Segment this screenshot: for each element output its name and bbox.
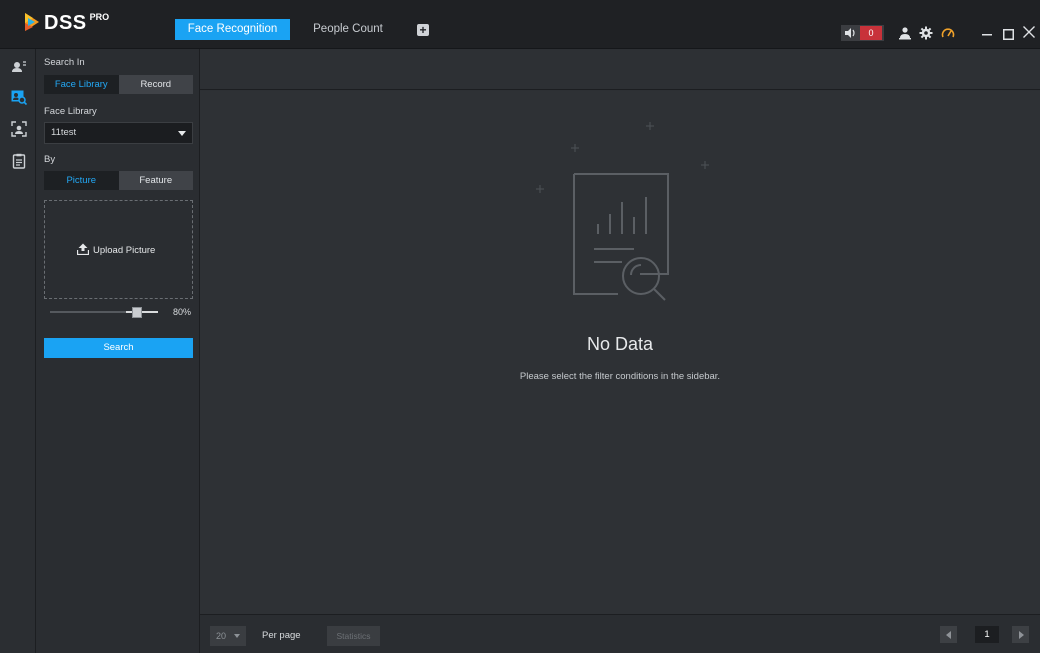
no-data-title: No Data [586, 334, 654, 354]
next-page-button[interactable] [1012, 626, 1029, 643]
similarity-value: 80% [173, 307, 192, 317]
logo-superscript: PRO [89, 12, 110, 22]
search-in-label: Search In [44, 57, 85, 68]
alarm-indicator[interactable]: 0 [841, 25, 884, 41]
search-sidebar: Search In Face Library Record Face Libra… [36, 49, 200, 653]
tab-people-count[interactable]: People Count [300, 19, 396, 40]
add-tab-icon[interactable]: + [417, 24, 429, 36]
by-feature-option[interactable]: Feature [119, 171, 194, 190]
dss-logo: DSS PRO [24, 11, 109, 37]
by-label: By [44, 154, 56, 165]
by-picture-option[interactable]: Picture [44, 171, 119, 190]
current-page-input[interactable]: 1 [975, 626, 999, 643]
pagination-bar: 20 Per page Statistics 1 [200, 614, 1040, 653]
upload-picture-dropzone[interactable]: Upload Picture [44, 200, 193, 299]
chevron-right-icon [1019, 631, 1024, 639]
report-icon[interactable] [11, 153, 27, 169]
results-header [200, 49, 1040, 90]
tab-face-recognition[interactable]: Face Recognition [175, 19, 290, 40]
chevron-down-icon [234, 634, 240, 638]
no-data-illustration-icon [530, 119, 710, 319]
no-data-hint: Please select the filter conditions in t… [519, 371, 721, 382]
title-bar: DSS PRO Face Recognition People Count + … [0, 0, 1040, 49]
face-library-select[interactable]: 11test [44, 122, 193, 144]
chevron-down-icon [178, 131, 186, 136]
per-page-label: Per page [262, 630, 301, 641]
close-icon[interactable] [1022, 25, 1036, 39]
search-in-face-library-option[interactable]: Face Library [44, 75, 119, 94]
statistics-button[interactable]: Statistics [327, 626, 380, 646]
face-library-label: Face Library [44, 106, 97, 117]
app-window: DSS PRO Face Recognition People Count + … [0, 0, 1040, 653]
face-library-value: 11test [51, 127, 77, 138]
user-icon[interactable] [898, 26, 912, 40]
chevron-left-icon [946, 631, 951, 639]
speaker-icon [843, 26, 857, 40]
per-page-select[interactable]: 20 [210, 626, 246, 646]
logo-mark-icon [24, 11, 42, 33]
similarity-slider-handle[interactable] [132, 307, 142, 318]
maximize-icon[interactable] [1003, 27, 1014, 40]
alarm-count-badge: 0 [860, 26, 882, 40]
search-in-record-option[interactable]: Record [119, 75, 194, 94]
search-by-toggle: Picture Feature [44, 171, 193, 190]
left-nav-rail [0, 49, 36, 653]
per-page-value: 20 [216, 631, 227, 641]
gear-icon[interactable] [919, 26, 933, 40]
results-area: No Data Please select the filter conditi… [200, 91, 1040, 614]
face-compare-icon[interactable] [11, 121, 27, 137]
upload-picture-label: Upload Picture [93, 245, 156, 256]
logo-text: DSS [44, 12, 87, 34]
upload-icon [76, 243, 93, 258]
similarity-slider-fill [126, 311, 158, 313]
search-button[interactable]: Search [44, 338, 193, 358]
search-in-toggle: Face Library Record [44, 75, 193, 94]
minimize-icon[interactable] [982, 27, 992, 39]
performance-gauge-icon[interactable] [941, 26, 955, 40]
previous-page-button[interactable] [940, 626, 957, 643]
face-search-icon[interactable] [11, 89, 28, 106]
upload-picture-button[interactable]: Upload Picture [76, 243, 156, 258]
face-capture-icon[interactable] [11, 59, 27, 75]
